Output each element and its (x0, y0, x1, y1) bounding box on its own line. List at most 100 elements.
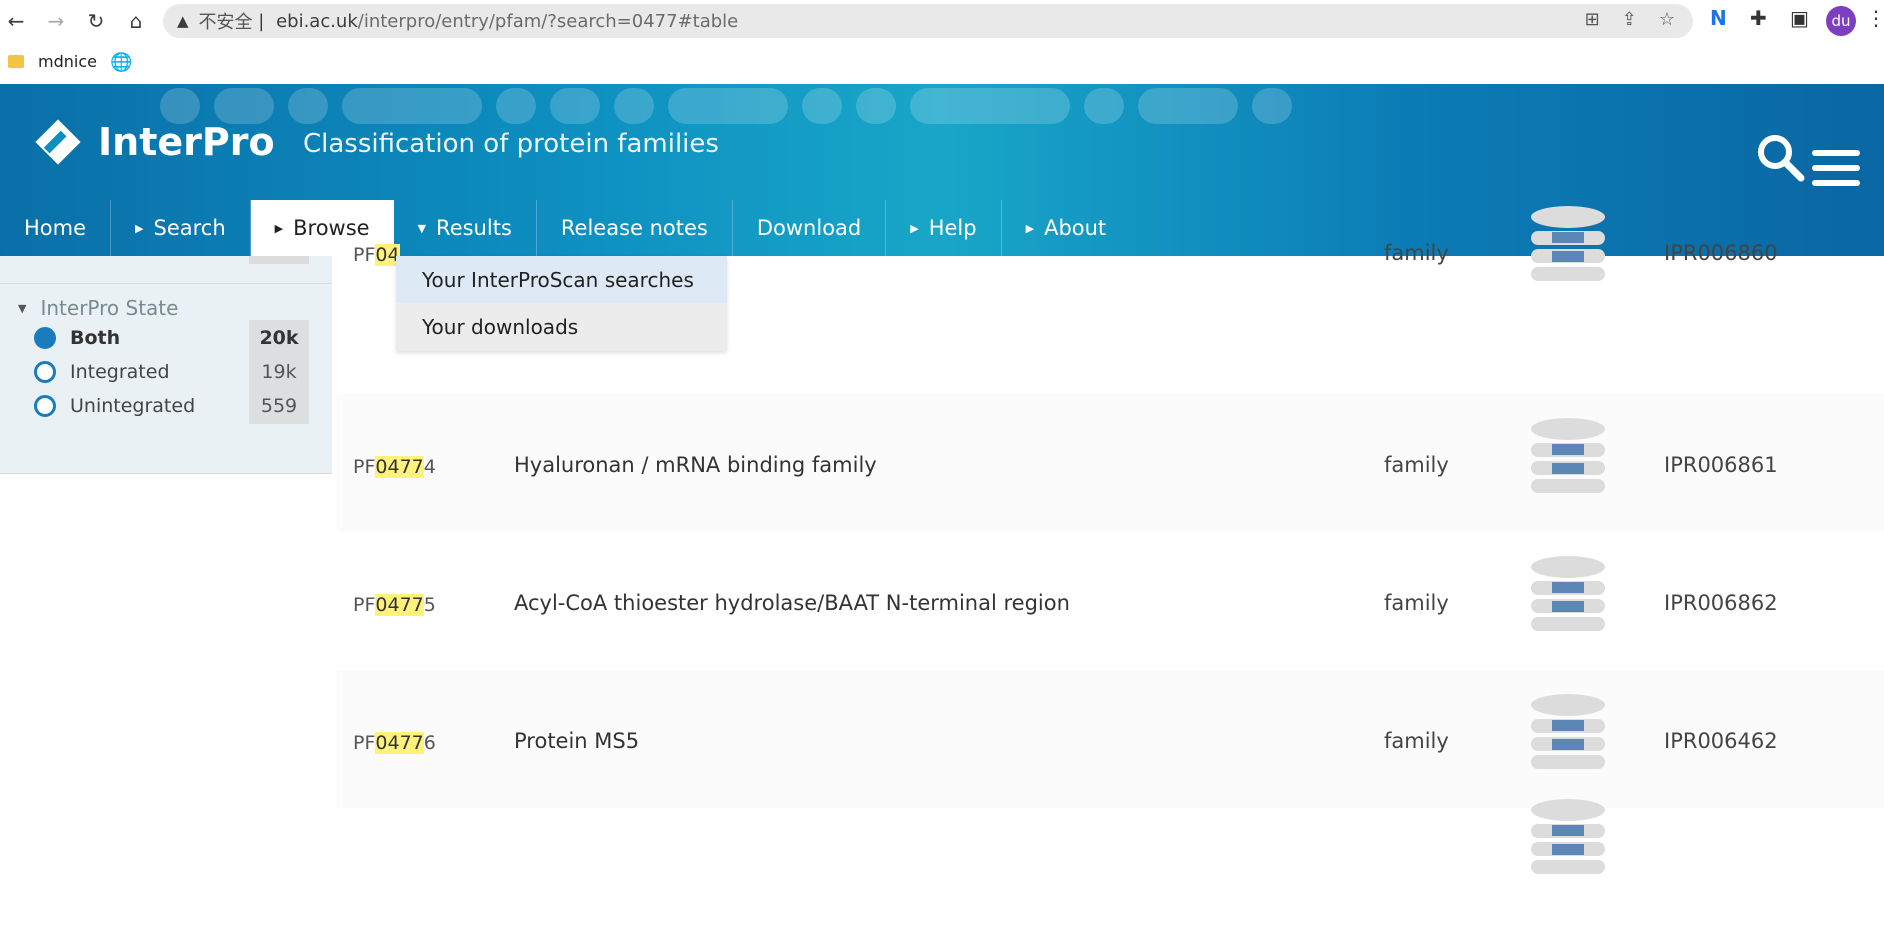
nav-about[interactable]: ▶ About (1002, 200, 1131, 256)
database-icon[interactable] (1531, 417, 1605, 503)
accession-link[interactable]: PF04776 (353, 732, 436, 754)
folder-icon (8, 55, 24, 68)
interpro-logo-icon[interactable] (34, 118, 82, 166)
reload-icon[interactable]: ↻ (84, 9, 108, 33)
interpro-state-filter-title[interactable]: ▼ InterPro State (18, 296, 178, 320)
nav-label: Release notes (560, 216, 708, 240)
accession-suffix: 4 (423, 456, 436, 478)
integrated-entry-link[interactable]: IPR006462 (1664, 729, 1778, 753)
accession-link[interactable]: PF04775 (353, 594, 436, 616)
bookmark-mdnice[interactable]: mdnice (8, 52, 97, 71)
entry-name-link[interactable]: Acyl-CoA thioester hydrolase/BAAT N-term… (514, 591, 1070, 615)
nav-label: Results (436, 216, 512, 240)
count-badge-partial (249, 256, 309, 264)
nav-results[interactable]: ▼ Results (394, 200, 537, 256)
results-dropdown-menu: Your InterProScan searches Your download… (396, 256, 727, 351)
option-label: Both (70, 327, 121, 349)
globe-icon[interactable]: 🌐 (110, 52, 132, 73)
accession-search-match: 0477 (375, 456, 424, 478)
url-text: ebi.ac.uk/interpro/entry/pfam/?search=04… (276, 11, 738, 32)
count-badge: 559 (249, 388, 309, 424)
nav-label: Home (24, 216, 87, 240)
table-row: PF04774 Hyaluronan / mRNA binding family f… (337, 394, 1884, 533)
arrow-right-icon: ▶ (274, 221, 284, 235)
filter-title-label: InterPro State (40, 296, 179, 320)
entry-type: family (1384, 591, 1449, 615)
option-label: Unintegrated (70, 395, 196, 417)
collapse-arrow-icon: ▼ (18, 301, 27, 315)
header-decoration (160, 88, 1760, 128)
integrated-entry-link[interactable]: IPR006861 (1664, 453, 1778, 477)
entry-name-link[interactable]: Hyaluronan / mRNA binding family (514, 453, 877, 477)
forward-icon[interactable]: → (44, 9, 68, 33)
database-icon[interactable] (1531, 555, 1605, 641)
extensions-puzzle-icon[interactable]: ✚ (1750, 6, 1767, 30)
accession-suffix: 6 (423, 732, 436, 754)
entry-name-link[interactable]: Protein MS5 (514, 729, 639, 753)
radio-selected-icon[interactable] (34, 327, 56, 349)
filter-option-unintegrated[interactable]: Unintegrated (34, 395, 195, 417)
bookmark-label: mdnice (38, 52, 97, 71)
logo-text[interactable]: InterPro (98, 120, 275, 164)
accession-suffix: 5 (423, 594, 436, 616)
accession-search-match: 0477 (375, 594, 424, 616)
nav-home[interactable]: Home (0, 200, 112, 256)
accession-search-match: 0477 (375, 732, 424, 754)
back-icon[interactable]: ← (4, 9, 28, 33)
home-icon[interactable]: ⌂ (124, 9, 148, 33)
menu-item-interproscan-searches[interactable]: Your InterProScan searches (396, 256, 727, 303)
integrated-entry-link[interactable]: IPR006860 (1664, 241, 1778, 265)
entry-type: family (1384, 453, 1449, 477)
browser-toolbar: ← → ↻ ⌂ ▲ 不安全 | ebi.ac.uk/interpro/entry… (0, 0, 1884, 42)
url-separator: | (252, 10, 271, 32)
entry-type: family (1384, 241, 1449, 265)
nav-download[interactable]: Download (733, 200, 887, 256)
warning-icon: ▲ (177, 12, 189, 30)
option-label: Integrated (70, 361, 170, 383)
filter-option-both[interactable]: Both (34, 327, 120, 349)
integrated-entry-link[interactable]: IPR006862 (1664, 591, 1778, 615)
arrow-right-icon: ▶ (135, 221, 144, 235)
filter-sidebar: ▼ InterPro State Both 20k Integrated 19k… (0, 256, 332, 474)
arrow-down-icon: ▼ (417, 221, 427, 235)
main-nav: Home ▶ Search ▶ Browse ▼ Results Release no… (0, 200, 1130, 256)
bookmarks-bar: mdnice 🌐 (0, 42, 1884, 84)
nav-label: Browse (293, 216, 370, 240)
site-tagline: Classification of protein families (303, 129, 719, 159)
share-icon[interactable]: ⇪ (1622, 9, 1637, 30)
accession-prefix: PF (353, 244, 376, 266)
database-icon[interactable] (1531, 693, 1605, 779)
radio-icon[interactable] (34, 361, 56, 383)
divider (0, 283, 332, 284)
accession-prefix: PF (353, 732, 376, 754)
bookmark-star-icon[interactable]: ☆ (1659, 9, 1675, 30)
count-badge: 19k (249, 354, 309, 390)
entry-type: family (1384, 729, 1449, 753)
accession-prefix: PF (353, 456, 376, 478)
address-bar[interactable]: ▲ 不安全 | ebi.ac.uk/interpro/entry/pfam/?s… (163, 4, 1693, 38)
sidepanel-icon[interactable]: ▣ (1790, 6, 1809, 30)
arrow-right-icon: ▶ (1025, 221, 1035, 235)
radio-icon[interactable] (34, 395, 56, 417)
url-path: /interpro/entry/pfam/?search=0477#table (357, 10, 739, 32)
more-menu-icon[interactable]: ⋮ (1866, 6, 1884, 30)
nav-search[interactable]: ▶ Search (111, 200, 251, 256)
hamburger-menu-icon[interactable] (1812, 150, 1860, 195)
nav-release-notes[interactable]: Release notes (537, 200, 733, 256)
database-icon[interactable] (1531, 205, 1605, 291)
accession-prefix: PF (353, 594, 376, 616)
arrow-right-icon: ▶ (910, 221, 919, 235)
menu-item-downloads[interactable]: Your downloads (396, 303, 727, 350)
nav-label: About (1044, 216, 1107, 240)
profile-avatar[interactable]: du (1826, 6, 1856, 36)
database-icon[interactable] (1531, 798, 1605, 884)
accession-link[interactable]: PF04774 (353, 456, 436, 478)
search-icon[interactable] (1755, 132, 1805, 182)
nav-label: Help (928, 216, 977, 240)
extension-n-icon[interactable]: N (1710, 6, 1727, 30)
insecure-label: 不安全 (198, 12, 253, 33)
filter-option-integrated[interactable]: Integrated (34, 361, 170, 383)
translate-icon[interactable]: ⊞ (1585, 9, 1600, 30)
accession-link[interactable]: PF04 (353, 244, 400, 266)
nav-help[interactable]: ▶ Help (886, 200, 1002, 256)
